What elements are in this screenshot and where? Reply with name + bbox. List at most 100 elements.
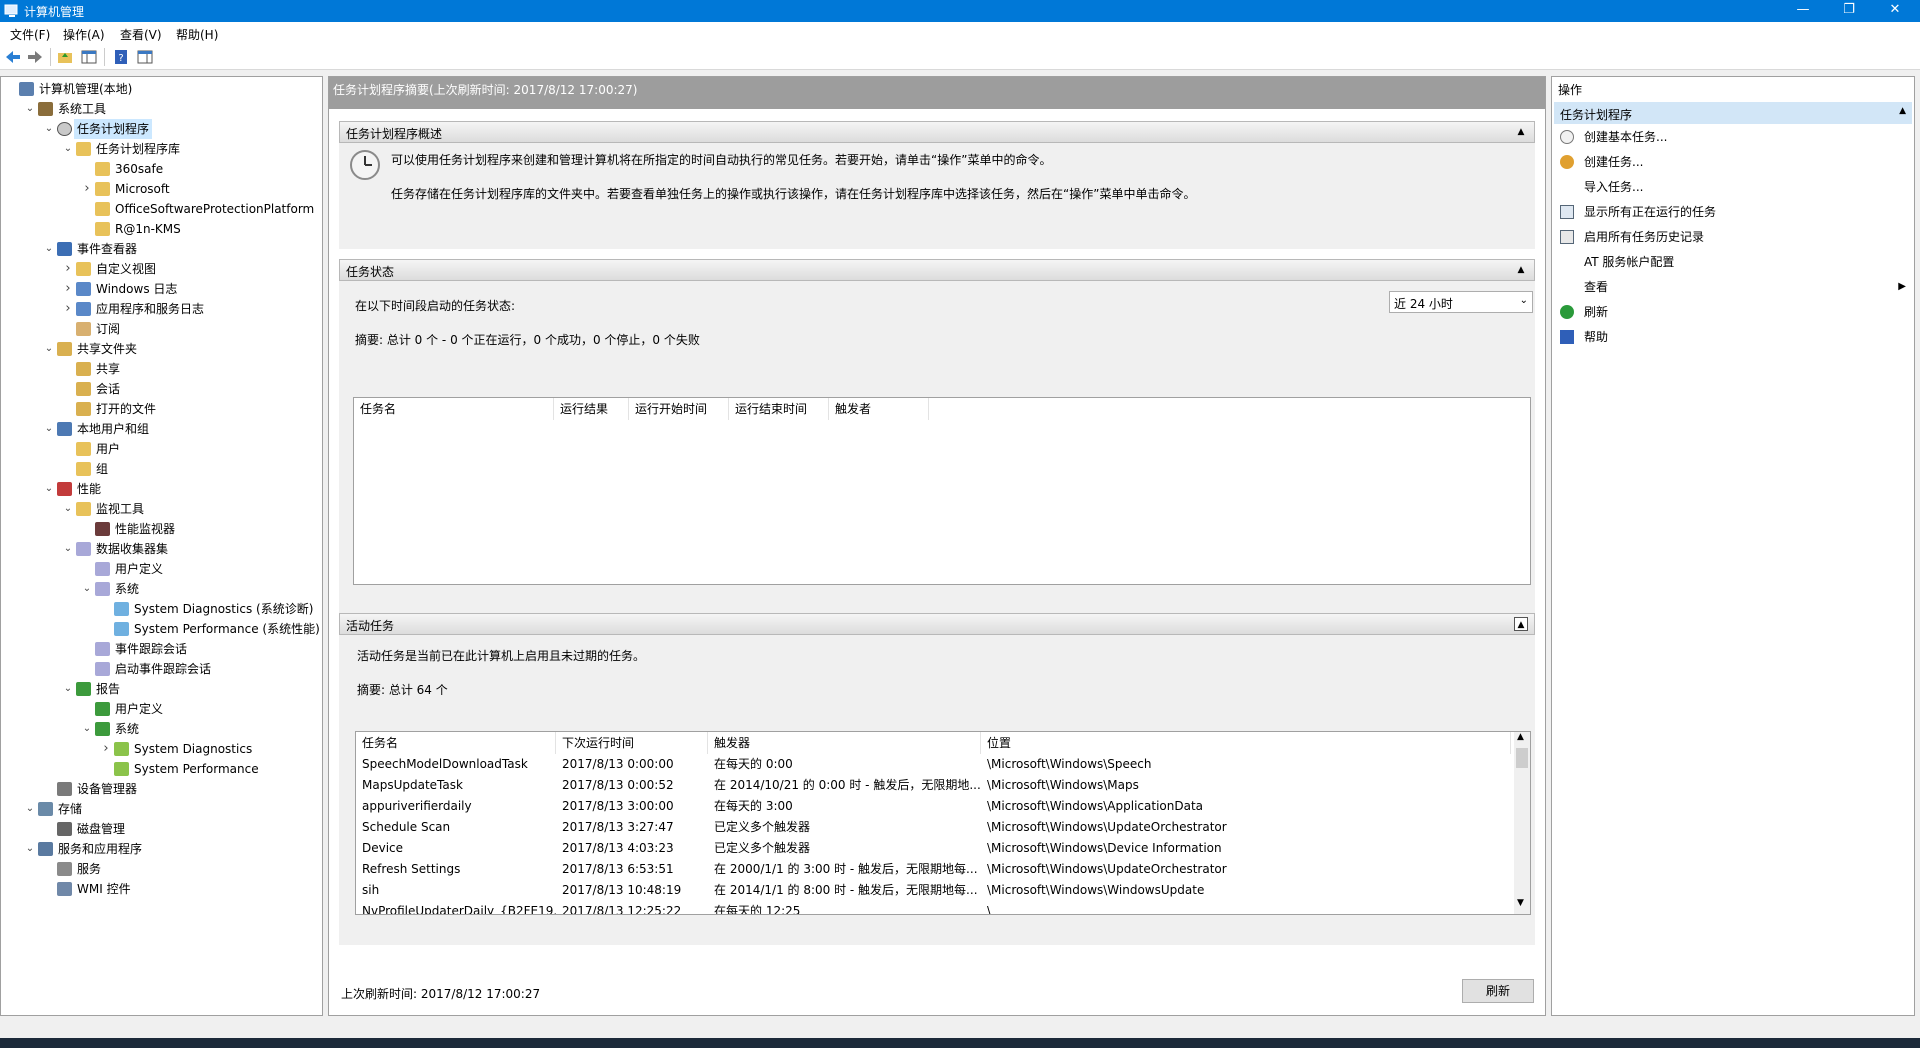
- column-header[interactable]: 运行开始时间: [629, 398, 729, 420]
- column-header[interactable]: 运行结果: [554, 398, 629, 420]
- table-cell[interactable]: \Microsoft\Windows\ApplicationData: [981, 796, 1511, 817]
- table-cell[interactable]: \Microsoft\Windows\Maps: [981, 775, 1511, 796]
- table-cell[interactable]: Schedule Scan: [356, 817, 556, 838]
- show-hide-action-pane-icon[interactable]: [136, 48, 154, 66]
- action-item[interactable]: 刷新: [1554, 300, 1912, 324]
- table-cell[interactable]: 在每天的 0:00: [708, 754, 981, 775]
- table-cell[interactable]: Device: [356, 838, 556, 859]
- table-cell[interactable]: \Microsoft\Windows\UpdateOrchestrator: [981, 817, 1511, 838]
- table-cell[interactable]: \Microsoft\Windows\UpdateOrchestrator: [981, 859, 1511, 880]
- expand-chevron-icon[interactable]: ⌄: [24, 839, 36, 859]
- action-item[interactable]: 启用所有任务历史记录: [1554, 225, 1912, 249]
- active-tasks-panel-header[interactable]: 活动任务 ▲: [339, 613, 1535, 635]
- forward-icon[interactable]: [26, 48, 44, 66]
- expand-chevron-icon[interactable]: ⌄: [62, 679, 74, 699]
- column-header[interactable]: 运行结束时间: [729, 398, 829, 420]
- event-viewer-icon: [57, 242, 72, 256]
- expand-chevron-icon[interactable]: ⌄: [24, 99, 36, 119]
- table-cell[interactable]: NvProfileUpdaterDaily_{B2FE19...: [356, 901, 556, 914]
- table-cell[interactable]: 2017/8/13 0:00:00: [556, 754, 708, 775]
- collapsed-chevron-icon[interactable]: ›: [62, 259, 74, 279]
- action-item[interactable]: 帮助: [1554, 325, 1912, 349]
- menu-view[interactable]: 查看(V): [120, 26, 162, 43]
- collapse-icon[interactable]: ▲: [1514, 125, 1528, 139]
- collapsed-chevron-icon[interactable]: ›: [81, 179, 93, 199]
- column-header[interactable]: 触发者: [829, 398, 929, 420]
- back-icon[interactable]: [4, 48, 22, 66]
- table-cell[interactable]: MapsUpdateTask: [356, 775, 556, 796]
- table-cell[interactable]: SpeechModelDownloadTask: [356, 754, 556, 775]
- expand-chevron-icon[interactable]: ⌄: [81, 579, 93, 599]
- table-cell[interactable]: Refresh Settings: [356, 859, 556, 880]
- expand-chevron-icon[interactable]: ⌄: [62, 539, 74, 559]
- menu-file[interactable]: 文件(F): [10, 26, 50, 43]
- table-cell[interactable]: 在每天的 12:25: [708, 901, 981, 914]
- action-item[interactable]: 创建基本任务...: [1554, 125, 1912, 149]
- action-item[interactable]: 显示所有正在运行的任务: [1554, 200, 1912, 224]
- table-cell[interactable]: \Microsoft\Windows\WindowsUpdate: [981, 880, 1511, 901]
- help-icon[interactable]: ?: [112, 48, 130, 66]
- menu-action[interactable]: 操作(A): [63, 26, 105, 43]
- action-item[interactable]: 查看 ▶: [1554, 275, 1912, 299]
- table-cell[interactable]: 在 2000/1/1 的 3:00 时 - 触发后，无限期地每...: [708, 859, 981, 880]
- scroll-thumb[interactable]: [1516, 748, 1528, 768]
- action-item-label: AT 服务帐户配置: [1584, 255, 1675, 269]
- close-button[interactable]: ✕: [1872, 0, 1918, 22]
- column-header[interactable]: 触发器: [708, 732, 981, 754]
- table-cell[interactable]: 在每天的 3:00: [708, 796, 981, 817]
- period-dropdown[interactable]: 近 24 小时 ⌄: [1389, 291, 1533, 313]
- up-folder-icon[interactable]: [56, 48, 74, 66]
- table-cell[interactable]: 在 2014/10/21 的 0:00 时 - 触发后，无限期地...: [708, 775, 981, 796]
- expand-chevron-icon[interactable]: ⌄: [43, 239, 55, 259]
- scroll-down-icon[interactable]: ▼: [1517, 898, 1524, 908]
- column-header[interactable]: 任务名: [354, 398, 554, 420]
- report-folder-icon: [114, 762, 129, 776]
- table-cell[interactable]: 2017/8/13 3:27:47: [556, 817, 708, 838]
- action-item[interactable]: 导入任务...: [1554, 175, 1912, 199]
- refresh-button[interactable]: 刷新: [1462, 979, 1534, 1003]
- table-cell[interactable]: appuriverifierdaily: [356, 796, 556, 817]
- expand-chevron-icon[interactable]: ⌄: [43, 419, 55, 439]
- table-cell[interactable]: 2017/8/13 12:25:22: [556, 901, 708, 914]
- collapse-icon[interactable]: ▲: [1514, 263, 1528, 277]
- table-cell[interactable]: 已定义多个触发器: [708, 817, 981, 838]
- scroll-up-icon[interactable]: ▲: [1517, 732, 1524, 742]
- show-hide-tree-icon[interactable]: [80, 48, 98, 66]
- collapsed-chevron-icon[interactable]: ›: [62, 279, 74, 299]
- table-cell[interactable]: \Microsoft\Windows\Speech: [981, 754, 1511, 775]
- column-header[interactable]: 位置: [981, 732, 1511, 754]
- table-cell[interactable]: 2017/8/13 0:00:52: [556, 775, 708, 796]
- collapse-icon[interactable]: ▲: [1514, 617, 1528, 631]
- expand-chevron-icon[interactable]: ⌄: [43, 119, 55, 139]
- expand-chevron-icon[interactable]: ⌄: [43, 339, 55, 359]
- table-cell[interactable]: 在 2014/1/1 的 8:00 时 - 触发后，无限期地每...: [708, 880, 981, 901]
- table-cell[interactable]: \Microsoft\Windows\Device Information: [981, 838, 1511, 859]
- column-header[interactable]: 任务名: [356, 732, 556, 754]
- table-cell[interactable]: 2017/8/13 6:53:51: [556, 859, 708, 880]
- collapse-icon[interactable]: ▲: [1899, 106, 1906, 116]
- expand-chevron-icon[interactable]: ⌄: [62, 499, 74, 519]
- overview-panel-header[interactable]: 任务计划程序概述 ▲: [339, 121, 1535, 143]
- expand-chevron-icon[interactable]: ⌄: [62, 139, 74, 159]
- table-cell[interactable]: 2017/8/13 4:03:23: [556, 838, 708, 859]
- summary-header: 任务计划程序摘要(上次刷新时间: 2017/8/12 17:00:27): [329, 77, 1545, 109]
- column-header[interactable]: 下次运行时间: [556, 732, 708, 754]
- actions-section-header[interactable]: 任务计划程序 ▲: [1554, 102, 1912, 124]
- collapsed-chevron-icon[interactable]: ›: [62, 299, 74, 319]
- maximize-button[interactable]: ❐: [1826, 0, 1872, 22]
- table-cell[interactable]: \: [981, 901, 1511, 914]
- table-cell[interactable]: 已定义多个触发器: [708, 838, 981, 859]
- menu-help[interactable]: 帮助(H): [176, 26, 218, 43]
- expand-chevron-icon[interactable]: ⌄: [43, 479, 55, 499]
- table-cell[interactable]: 2017/8/13 3:00:00: [556, 796, 708, 817]
- table-cell[interactable]: sih: [356, 880, 556, 901]
- task-status-panel-header[interactable]: 任务状态 ▲: [339, 259, 1535, 281]
- minimize-button[interactable]: —: [1780, 0, 1826, 22]
- action-item[interactable]: 创建任务...: [1554, 150, 1912, 174]
- action-item[interactable]: AT 服务帐户配置: [1554, 250, 1912, 274]
- table-cell[interactable]: 2017/8/13 10:48:19: [556, 880, 708, 901]
- vertical-scrollbar[interactable]: ▲ ▼: [1514, 732, 1530, 914]
- expand-chevron-icon[interactable]: ⌄: [24, 799, 36, 819]
- collapsed-chevron-icon[interactable]: ›: [100, 739, 112, 759]
- expand-chevron-icon[interactable]: ⌄: [81, 719, 93, 739]
